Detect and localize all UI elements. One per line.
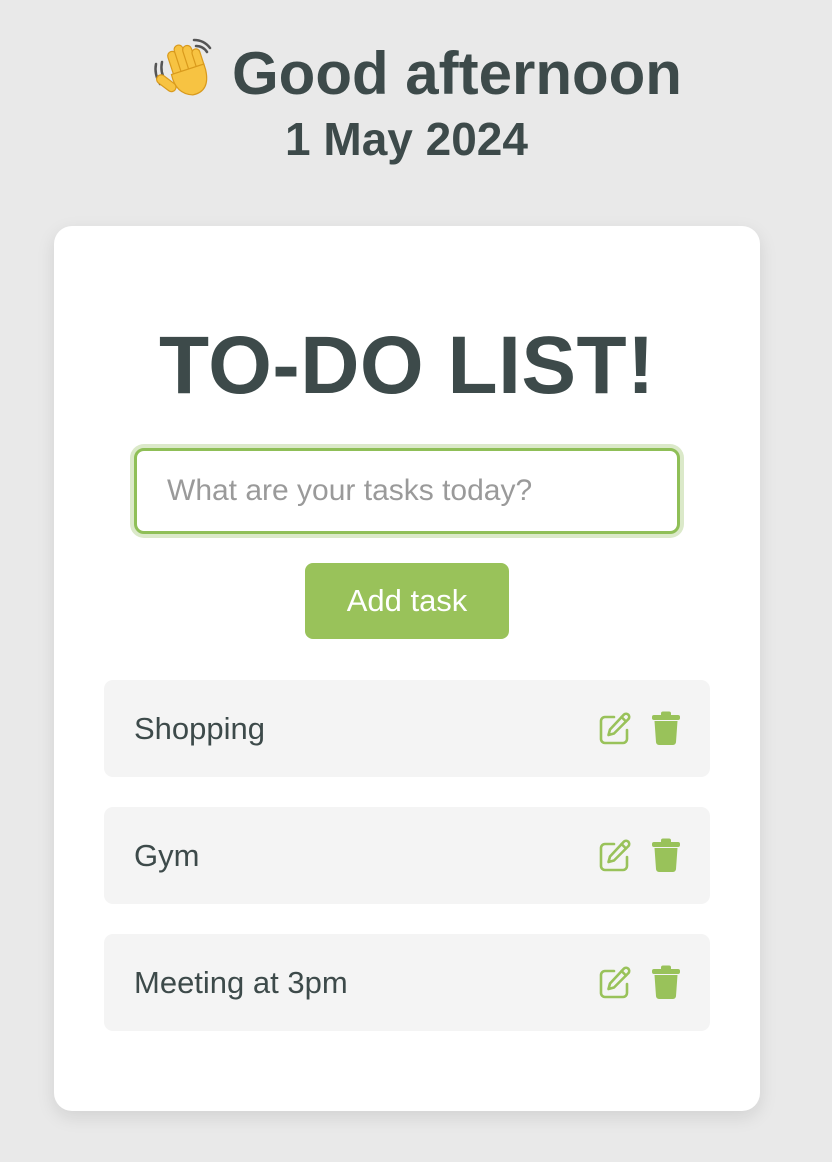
- trash-icon[interactable]: [651, 711, 681, 745]
- task-input[interactable]: [134, 448, 680, 534]
- edit-icon[interactable]: [597, 965, 633, 1001]
- task-item: Meeting at 3pm: [104, 934, 710, 1031]
- task-label: Shopping: [134, 711, 266, 746]
- add-task-button[interactable]: Add task: [305, 563, 509, 639]
- current-date: 1 May 2024: [285, 113, 528, 165]
- task-item: Shopping: [104, 680, 710, 777]
- trash-icon[interactable]: [651, 838, 681, 872]
- task-label: Meeting at 3pm: [134, 965, 348, 1000]
- greeting-text: Good afternoon: [232, 40, 682, 107]
- task-item: Gym: [104, 807, 710, 904]
- todo-card: TO-DO LIST! Add task Shopping Gym: [54, 226, 760, 1111]
- page-title: TO-DO LIST!: [159, 320, 655, 411]
- edit-icon[interactable]: [597, 711, 633, 747]
- edit-icon[interactable]: [597, 838, 633, 874]
- trash-icon[interactable]: [651, 965, 681, 999]
- waving-hand-icon: [150, 34, 218, 102]
- task-label: Gym: [134, 838, 200, 873]
- greeting-heading: Good afternoon: [0, 34, 832, 110]
